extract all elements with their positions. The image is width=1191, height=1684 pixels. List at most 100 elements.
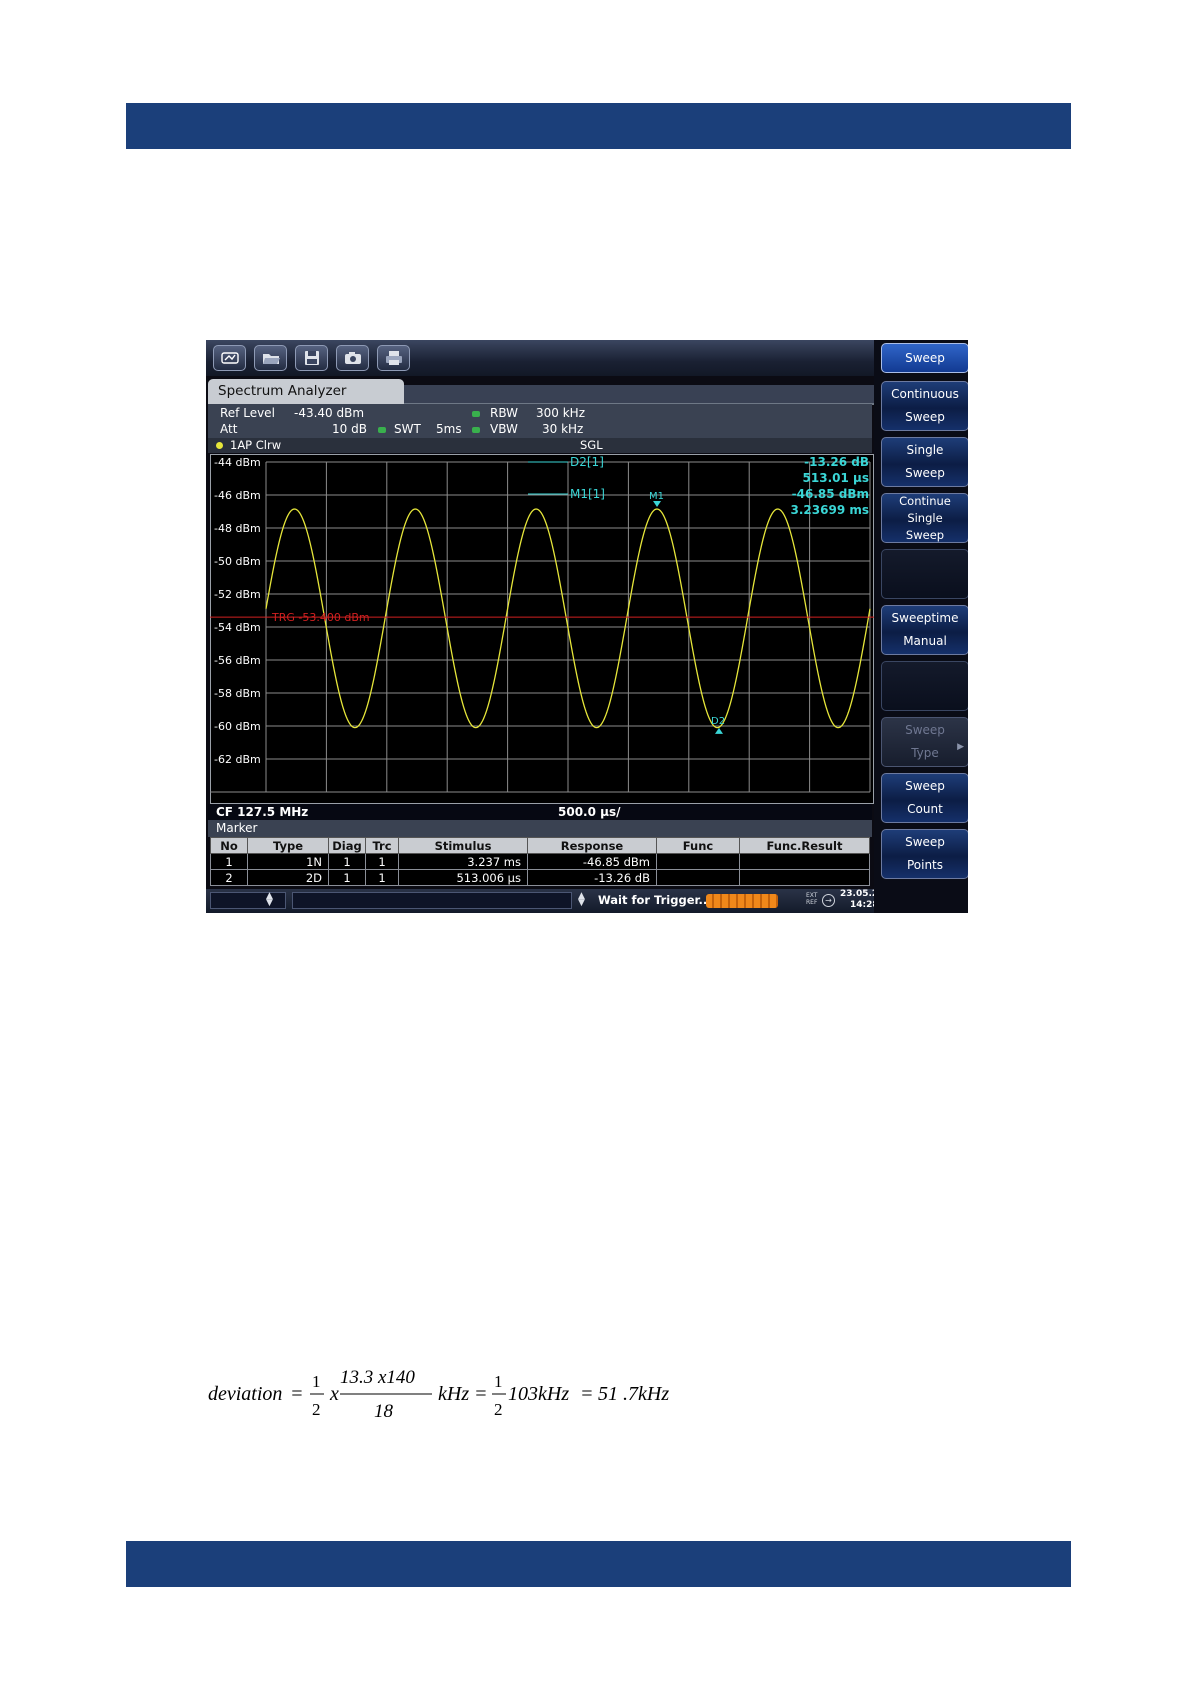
time-per-division: 500.0 µs/ <box>558 805 621 819</box>
rbw-label: RBW <box>490 406 519 420</box>
plot-canvas: -44 dBm -46 dBm -48 dBm -50 dBm -52 dBm -54 d… <box>210 454 874 804</box>
softkey-label: Single <box>907 510 943 525</box>
softkey-sweeptime-manual[interactable]: Sweeptime Manual <box>881 605 968 655</box>
formula-denominator: 18 <box>374 1401 394 1422</box>
softkey-label: Sweep <box>905 779 945 793</box>
att-label: Att <box>220 422 238 436</box>
y-tick-label: -50 dBm <box>214 555 261 568</box>
progress-bar <box>706 894 778 908</box>
ref-level-label: Ref Level <box>220 406 275 420</box>
plot-frame <box>210 454 874 804</box>
scroll-up-down-icon[interactable]: ▲ ▼ <box>266 892 273 908</box>
y-tick-label: -46 dBm <box>214 489 261 502</box>
vbw-value: 30 kHz <box>542 422 584 436</box>
softkey-sweep-type[interactable]: Sweep Type ▶ <box>881 717 968 767</box>
y-tick-label: -54 dBm <box>214 621 261 634</box>
table-row[interactable]: 2 2D 1 1 513.006 µs -13.26 dB <box>210 869 870 886</box>
header-band <box>126 103 1071 149</box>
ext-ref-label: EXT REF <box>806 892 818 906</box>
formula-eq: = <box>290 1383 304 1405</box>
formula-numerator: 13.3 x140 <box>340 1367 415 1388</box>
softkey-continue-single-sweep[interactable]: Continue Single Sweep <box>881 493 968 543</box>
marker-response: -46.85 dBm <box>527 853 657 870</box>
vbw-label: VBW <box>490 422 518 436</box>
column-header: Func.Result <box>739 837 870 854</box>
swt-label: SWT <box>394 422 421 436</box>
tab-spectrum-analyzer[interactable]: Spectrum Analyzer <box>208 379 404 405</box>
softkey-continuous-sweep[interactable]: Continuous Sweep <box>881 381 968 431</box>
trigger-label: TRG -53.400 dBm <box>271 611 370 624</box>
softkey-sweep-points[interactable]: Sweep Points <box>881 829 968 879</box>
softkey-sweep-count[interactable]: Sweep Count <box>881 773 968 823</box>
att-value: 10 dB <box>332 422 367 436</box>
footer-band <box>126 1541 1071 1587</box>
softkey-label: Sweep <box>905 410 945 424</box>
marker-info-value: 513.01 µs <box>803 471 869 485</box>
rbw-coupled-led <box>472 411 480 417</box>
sweep-mode: SGL <box>580 438 603 452</box>
column-header: No <box>210 837 248 854</box>
y-tick-label: -48 dBm <box>214 522 261 535</box>
spectrum-plot: -44 dBm -46 dBm -48 dBm -50 dBm -52 dBm -54 d… <box>210 454 874 804</box>
status-message: Wait for Trigger... <box>598 893 712 907</box>
print-icon[interactable] <box>377 345 410 371</box>
marker-func <box>656 869 740 886</box>
scroll-up-down-icon[interactable]: ▲ ▼ <box>578 892 585 908</box>
tab-area: Spectrum Analyzer <box>206 376 874 405</box>
softkey-label: Sweeptime <box>891 611 959 625</box>
swt-coupled-led <box>378 427 386 433</box>
swt-value: 5ms <box>436 422 462 436</box>
cf-bar: CF 127.5 MHz 500.0 µs/ <box>208 804 872 820</box>
column-header: Stimulus <box>398 837 528 854</box>
marker-func-result <box>739 853 870 870</box>
softkey-label: Continuous <box>891 387 959 401</box>
screenshot-icon[interactable] <box>336 345 369 371</box>
preset-icon[interactable] <box>213 345 246 371</box>
formula-lhs: deviation <box>208 1383 282 1405</box>
marker-d2-symbol <box>715 727 723 734</box>
marker-response: -13.26 dB <box>527 869 657 886</box>
y-tick-label: -62 dBm <box>214 753 261 766</box>
marker-d2-label: D2 <box>711 716 725 727</box>
softkey-label: Type <box>911 746 939 760</box>
softkey-label: Manual <box>903 634 947 648</box>
softkey-single-sweep[interactable]: Single Sweep <box>881 437 968 487</box>
vbw-coupled-led <box>472 427 480 433</box>
marker-type: 2D <box>247 869 329 886</box>
y-tick-label: -58 dBm <box>214 687 261 700</box>
y-tick-label: -44 dBm <box>214 456 261 469</box>
marker-info-value: 3.23699 ms <box>791 503 869 517</box>
column-header: Trc <box>365 837 399 854</box>
center-frequency: CF 127.5 MHz <box>216 805 309 819</box>
marker-stimulus: 513.006 µs <box>398 869 528 886</box>
marker-func <box>656 853 740 870</box>
marker-no: 2 <box>210 869 248 886</box>
softkey-label: Count <box>907 802 943 816</box>
trace-indicator <box>216 442 223 449</box>
softkey-label: Points <box>906 858 944 872</box>
formula-x: x <box>329 1383 339 1405</box>
softkey-label: Continue <box>899 493 951 508</box>
deviation-formula: deviation = 1 2 x 13.3 x140 18 kHz = 1 2… <box>208 1367 669 1422</box>
table-row[interactable]: 1 1N 1 1 3.237 ms -46.85 dBm <box>210 853 870 870</box>
softkey-sweep-title[interactable]: Sweep <box>881 343 968 373</box>
marker-table-header: No Type Diag Trc Stimulus Response Func … <box>210 837 870 854</box>
save-icon[interactable] <box>295 345 328 371</box>
status-field-middle <box>292 892 572 909</box>
column-header: Response <box>527 837 657 854</box>
marker-func-result <box>739 869 870 886</box>
formula-half-num: 1 <box>494 1372 503 1391</box>
marker-d2-title: D2[1] <box>570 455 604 469</box>
trace-mode: 1AP Clrw <box>230 438 282 452</box>
rbw-value: 300 kHz <box>536 406 585 420</box>
marker-table: No Type Diag Trc Stimulus Response Func … <box>210 837 870 886</box>
softkey-label: Single <box>906 443 944 457</box>
y-tick-label: -56 dBm <box>214 654 261 667</box>
marker-table-title: Marker <box>208 820 872 837</box>
y-tick-label: -52 dBm <box>214 588 261 601</box>
marker-diag: 1 <box>328 853 366 870</box>
softkey-label: Sweep <box>905 723 945 737</box>
column-header: Type <box>247 837 329 854</box>
marker-trace: 1 <box>365 853 399 870</box>
open-icon[interactable] <box>254 345 287 371</box>
